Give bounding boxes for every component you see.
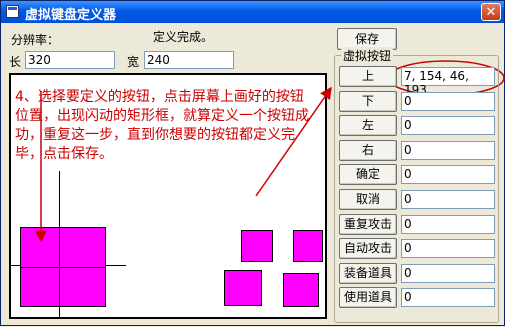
vbutton-6-field[interactable]: 0 [401,215,495,234]
virtual-button-3[interactable] [224,270,262,306]
length-field[interactable]: 320 [25,51,115,69]
vbutton-4-field[interactable]: 0 [401,165,495,184]
vbutton-0-button[interactable]: 上 [339,66,397,87]
vbutton-9-button[interactable]: 使用道具 [339,287,397,308]
vbutton-0-field[interactable]: 7, 154, 46, 193 [401,67,495,97]
vbutton-2-field[interactable]: 0 [401,116,495,135]
vbutton-9-field[interactable]: 0 [401,288,495,307]
virtual-button-4[interactable] [283,273,319,307]
vbutton-7-button[interactable]: 自动攻击 [339,238,397,259]
resolution-label: 分辨率： [11,33,60,47]
vbutton-4-button[interactable]: 确定 [339,164,397,185]
close-button[interactable]: ✕ [481,3,501,21]
vbutton-5-field[interactable]: 0 [401,190,495,209]
window-title: 虚拟键盘定义器 [25,8,117,23]
vbutton-2-button[interactable]: 左 [339,115,397,136]
vbutton-1-button[interactable]: 下 [339,91,397,112]
width-label: 宽 [127,55,140,69]
vbutton-3-button[interactable]: 右 [339,140,397,161]
vbutton-1-field[interactable]: 0 [401,92,495,111]
vbutton-5-button[interactable]: 取消 [339,189,397,210]
width-field[interactable]: 240 [144,51,234,69]
virtual-button-2[interactable] [293,230,323,262]
vbutton-8-button[interactable]: 装备道具 [339,263,397,284]
vbutton-6-button[interactable]: 重复攻击 [339,214,397,235]
app-icon [6,5,19,18]
vbutton-7-field[interactable]: 0 [401,239,495,258]
virtual-button-1[interactable] [241,230,273,262]
status-text: 定义完成。 [153,30,214,44]
app-window: 虚拟键盘定义器 ✕ 分辨率： 定义完成。 保存 长 320 宽 240 4、选择… [0,0,505,326]
vbutton-8-field[interactable]: 0 [401,264,495,283]
length-label: 长 [9,55,22,69]
title-bar[interactable]: 虚拟键盘定义器 ✕ [1,1,504,23]
dpad-divider-horizontal [20,267,106,268]
group-title: 虚拟按钮 [341,47,394,64]
vbutton-3-field[interactable]: 0 [401,141,495,160]
annotation-text: 4、选择要定义的按钮，点击屏幕上画好的按钮位置，出现闪动的矩形框，就算定义一个按… [15,89,309,162]
